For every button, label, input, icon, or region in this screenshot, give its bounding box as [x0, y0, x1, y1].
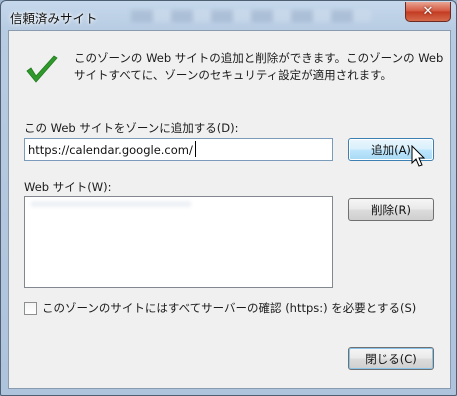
mouse-pointer-icon	[411, 145, 426, 167]
https-required-option[interactable]: このゾーンのサイトにはすべてサーバーの確認 (https:) を必要とする(S)	[24, 300, 416, 316]
site-url-input[interactable]	[24, 138, 333, 161]
window-title: 信頼済みサイト	[10, 11, 98, 26]
websites-list[interactable]	[24, 196, 333, 288]
close-button[interactable]: 閉じる(C)	[348, 347, 434, 370]
dialog-window: 信頼済みサイト ✕ このゾーンの Web サイトの追加と削除ができます。このゾー…	[0, 0, 457, 396]
dialog-body: このゾーンの Web サイトの追加と削除ができます。このゾーンの Web サイト…	[8, 30, 451, 389]
https-required-label: このゾーンのサイトにはすべてサーバーの確認 (https:) を必要とする(S)	[42, 301, 417, 315]
title-bar[interactable]: 信頼済みサイト ✕	[1, 1, 456, 31]
background-window-blur	[131, 10, 371, 22]
zone-description: このゾーンの Web サイトの追加と削除ができます。このゾーンの Web サイト…	[74, 51, 444, 82]
checkmark-icon	[26, 55, 58, 83]
close-icon: ✕	[422, 4, 434, 19]
list-item	[31, 201, 191, 207]
text-caret	[195, 141, 196, 157]
window-close-button[interactable]: ✕	[405, 2, 451, 22]
add-site-label: この Web サイトをゾーンに追加する(D):	[24, 121, 239, 135]
websites-label: Web サイト(W):	[24, 180, 112, 194]
https-required-checkbox[interactable]	[24, 301, 37, 315]
remove-button[interactable]: 削除(R)	[348, 198, 434, 221]
